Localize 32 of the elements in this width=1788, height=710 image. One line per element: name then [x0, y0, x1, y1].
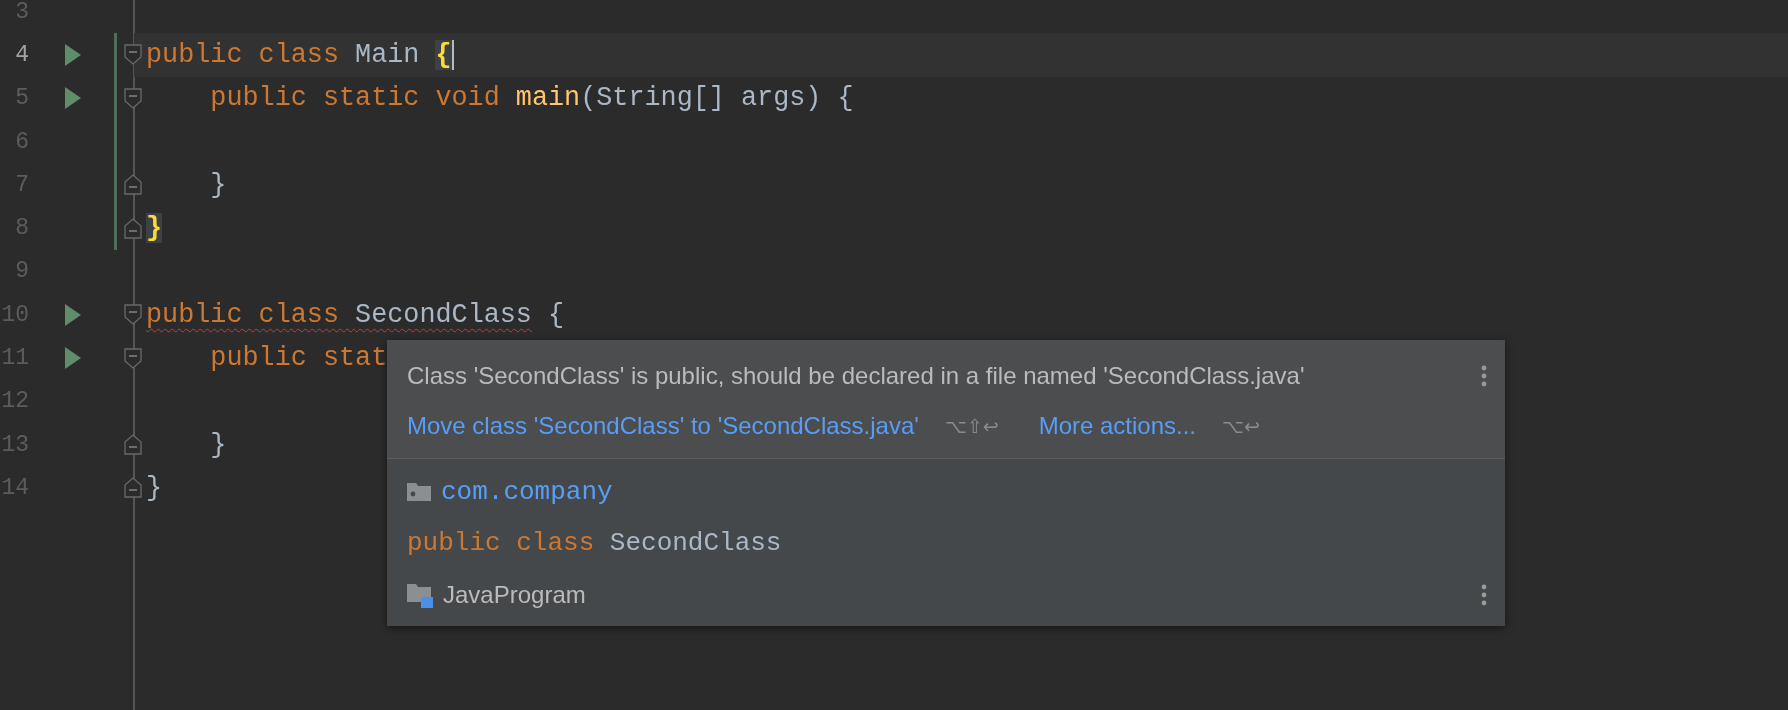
class-declaration: public class SecondClass	[407, 527, 782, 560]
package-name: com.company	[441, 477, 613, 507]
run-icon[interactable]	[65, 347, 81, 369]
line-number: 4	[14, 41, 29, 68]
fold-marker-icon[interactable]	[124, 87, 142, 109]
fold-marker-icon[interactable]	[124, 174, 142, 196]
code-line: public class SecondClass {	[146, 299, 565, 330]
inspection-message: Class 'SecondClass' is public, should be declared in a file named 'SecondClass.java'	[407, 362, 1305, 390]
run-icon[interactable]	[65, 303, 81, 326]
fold-marker-icon[interactable]	[124, 434, 142, 456]
fold-marker-icon[interactable]	[124, 217, 142, 239]
code-line: public stat	[209, 343, 388, 373]
action-link[interactable]: More actions...	[1038, 412, 1197, 440]
run-icon[interactable]	[65, 43, 81, 66]
run-icon[interactable]	[65, 87, 81, 110]
fold-marker-icon[interactable]	[124, 347, 142, 369]
fold-marker-icon[interactable]	[124, 477, 142, 499]
code-line: }	[146, 472, 163, 503]
shortcut-hint: ⌥⇧↩	[944, 415, 999, 437]
module-folder-icon	[407, 582, 433, 608]
action-link[interactable]: Move class 'SecondClass' to 'SecondClass.java'	[407, 412, 919, 440]
fold-marker-icon[interactable]	[124, 304, 142, 326]
module-name: JavaProgram	[443, 581, 586, 609]
code-line: public static void main(String[] args) {	[209, 83, 854, 114]
code-line: public class Main {	[146, 39, 452, 70]
shortcut-hint: ⌥↩	[1222, 415, 1260, 437]
code-line: }	[209, 169, 227, 200]
more-options-icon[interactable]	[1481, 584, 1487, 606]
code-line: }	[209, 429, 227, 460]
fold-marker-icon[interactable]	[124, 44, 142, 66]
more-options-icon[interactable]	[1481, 365, 1487, 387]
package-folder-icon	[407, 483, 431, 501]
